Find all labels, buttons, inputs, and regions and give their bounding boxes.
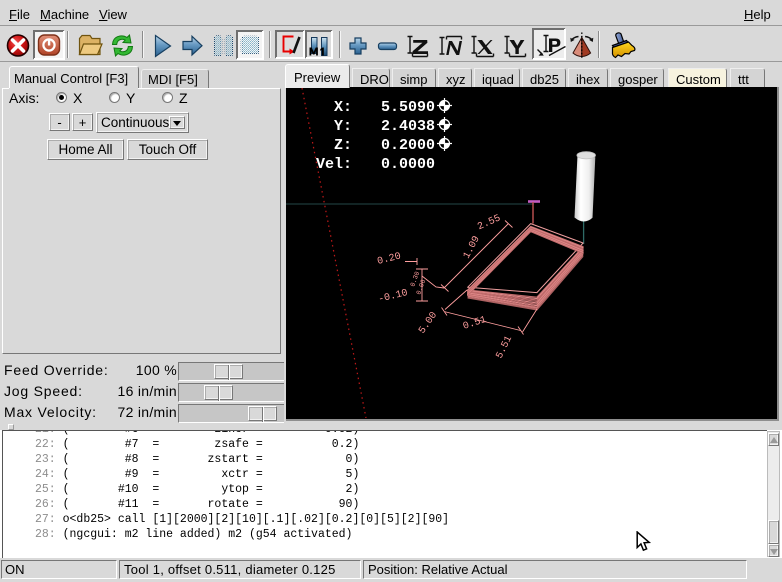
svg-text:0.20: 0.20: [376, 251, 402, 267]
svg-text:-0.10: -0.10: [377, 288, 409, 306]
svg-text:Y:: Y:: [334, 118, 352, 135]
svg-text:X:: X:: [334, 99, 352, 116]
svg-text:5.00: 5.00: [417, 310, 440, 336]
svg-text:2.4038: 2.4038: [381, 118, 435, 135]
svg-text:2.55: 2.55: [476, 213, 502, 233]
svg-text:5.5090: 5.5090: [381, 99, 435, 116]
svg-text:5.51: 5.51: [495, 334, 515, 360]
svg-text:Vel:: Vel:: [316, 156, 352, 173]
svg-text:0.51: 0.51: [462, 315, 488, 333]
svg-text:0.2000: 0.2000: [381, 137, 435, 154]
svg-text:0.0000: 0.0000: [381, 156, 435, 173]
svg-text:Z:: Z:: [334, 137, 352, 154]
svg-text:1.09: 1.09: [462, 235, 483, 261]
